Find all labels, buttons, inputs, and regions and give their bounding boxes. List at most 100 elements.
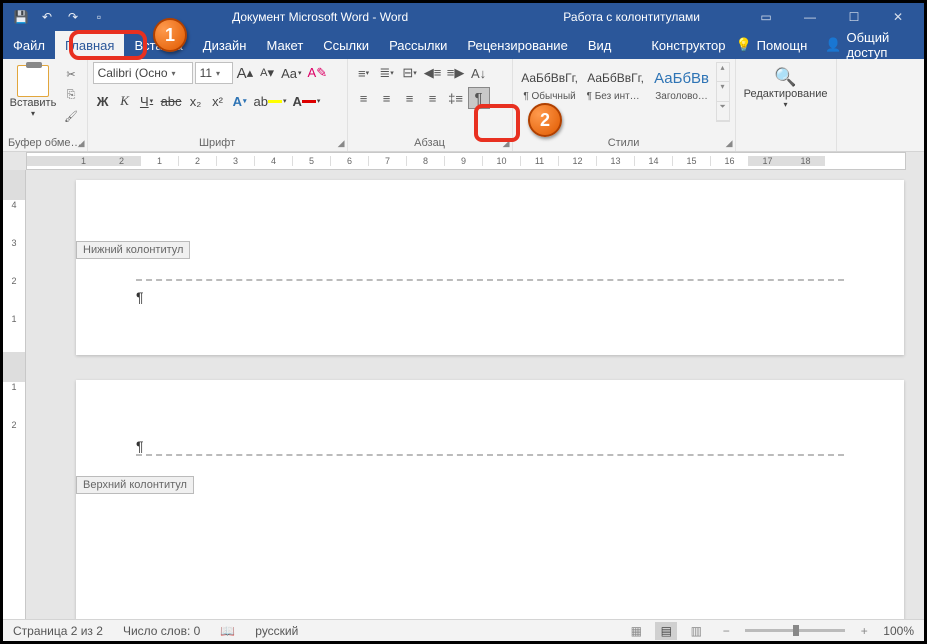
- status-words[interactable]: Число слов: 0: [123, 624, 200, 638]
- group-label-font: Шрифт: [93, 135, 342, 151]
- ribbon: Вставить ▾ ✂ ⎘ 🖌 Буфер обме… ◢ Calibri (…: [3, 59, 924, 152]
- quick-access-toolbar: 💾 ↶ ↷ ▫: [3, 9, 117, 25]
- tab-layout[interactable]: Макет: [256, 31, 313, 59]
- tab-mailings[interactable]: Рассылки: [379, 31, 457, 59]
- tab-home[interactable]: Главная: [55, 31, 124, 59]
- minimize-icon[interactable]: —: [794, 10, 826, 24]
- increase-indent-button[interactable]: ≡▶: [445, 62, 467, 84]
- clipboard-icon: [17, 65, 49, 97]
- numbering-button[interactable]: ≣▾: [376, 62, 398, 84]
- context-tab-title: Работа с колонтитулами: [523, 10, 740, 24]
- font-color-button[interactable]: A▾: [291, 90, 323, 112]
- pilcrow-mark: ¶: [136, 430, 844, 454]
- undo-icon[interactable]: ↶: [39, 9, 55, 25]
- group-label-paragraph: Абзац: [353, 135, 507, 151]
- status-language[interactable]: русский: [255, 624, 298, 638]
- footer-area[interactable]: Нижний колонтитул ¶: [76, 251, 904, 315]
- group-label-styles: Стили: [518, 135, 730, 151]
- font-name-combo[interactable]: Calibri (Осно▾: [93, 62, 193, 84]
- group-paragraph: ≡▾ ≣▾ ⊟▾ ◀≡ ≡▶ A↓ ≡ ≡ ≡ ≡ ‡≡ ¶ Абзац ◢: [348, 59, 513, 151]
- clear-format-button[interactable]: A✎: [306, 62, 330, 84]
- paste-button[interactable]: Вставить ▾: [8, 62, 58, 118]
- justify-button[interactable]: ≡: [422, 87, 444, 109]
- style-no-spacing[interactable]: АаБбВвГг, ¶ Без инте…: [584, 62, 648, 122]
- share-icon: 👤: [825, 37, 841, 53]
- header-area[interactable]: ¶ Верхний колонтитул: [76, 420, 904, 484]
- web-layout-icon[interactable]: ▥: [685, 622, 707, 640]
- align-left-button[interactable]: ≡: [353, 87, 375, 109]
- horizontal-ruler[interactable]: 12 1234 5678 9101112 13141516 1718: [26, 152, 906, 170]
- bold-button[interactable]: Ж: [93, 90, 113, 112]
- redo-icon[interactable]: ↷: [65, 9, 81, 25]
- change-case-button[interactable]: Aa▾: [279, 62, 303, 84]
- format-painter-icon[interactable]: 🖌: [61, 107, 81, 125]
- grow-font-button[interactable]: A▴: [235, 62, 256, 84]
- text-effects-button[interactable]: A▾: [230, 90, 250, 112]
- line-spacing-button[interactable]: ‡≡: [445, 87, 467, 109]
- footer-label: Нижний колонтитул: [76, 241, 190, 259]
- strike-button[interactable]: abc: [159, 90, 184, 112]
- font-launcher-icon[interactable]: ◢: [338, 138, 345, 149]
- underline-button[interactable]: Ч▾: [137, 90, 157, 112]
- document-area[interactable]: Нижний колонтитул ¶ ¶ Верхний колонтитул: [26, 170, 924, 619]
- status-bar: Страница 2 из 2 Число слов: 0 📖 русский …: [3, 619, 924, 641]
- lightbulb-icon: 💡: [735, 37, 751, 53]
- annotation-callout-2: 2: [528, 103, 562, 137]
- find-icon: 🔍: [774, 67, 796, 88]
- bullets-button[interactable]: ≡▾: [353, 62, 375, 84]
- save-icon[interactable]: 💾: [13, 9, 29, 25]
- status-page[interactable]: Страница 2 из 2: [13, 624, 103, 638]
- tab-constructor[interactable]: Конструктор: [641, 31, 735, 59]
- share-button[interactable]: 👤Общий доступ: [825, 30, 909, 60]
- style-heading1[interactable]: АаБбВв Заголово…: [650, 62, 714, 122]
- group-font: Calibri (Осно▾ 11▾ A▴ A▾ Aa▾ A✎ Ж К Ч▾ a…: [88, 59, 348, 151]
- title-bar: 💾 ↶ ↷ ▫ Документ Microsoft Word - Word Р…: [3, 3, 924, 31]
- clipboard-launcher-icon[interactable]: ◢: [78, 138, 85, 149]
- print-layout-icon[interactable]: ▤: [655, 622, 677, 640]
- tab-file[interactable]: Файл: [3, 31, 55, 59]
- tab-design[interactable]: Дизайн: [193, 31, 257, 59]
- zoom-out-button[interactable]: −: [715, 622, 737, 640]
- status-proofing-icon[interactable]: 📖: [220, 624, 235, 638]
- editing-button[interactable]: 🔍 Редактирование ▾: [741, 62, 831, 109]
- font-size-combo[interactable]: 11▾: [195, 62, 233, 84]
- decrease-indent-button[interactable]: ◀≡: [422, 62, 444, 84]
- annotation-callout-1: 1: [153, 18, 187, 52]
- group-editing: 🔍 Редактирование ▾: [736, 59, 837, 151]
- shrink-font-button[interactable]: A▾: [257, 62, 277, 84]
- read-mode-icon[interactable]: ▦: [625, 622, 647, 640]
- vertical-ruler[interactable]: 4321 12: [3, 170, 26, 619]
- zoom-slider[interactable]: [745, 629, 845, 632]
- page-2: ¶ Верхний колонтитул: [76, 380, 904, 619]
- styles-scroll[interactable]: ▴▾⏷: [716, 62, 730, 122]
- align-right-button[interactable]: ≡: [399, 87, 421, 109]
- cut-icon[interactable]: ✂: [61, 65, 81, 83]
- group-label-clipboard: Буфер обме…: [8, 135, 82, 151]
- tab-review[interactable]: Рецензирование: [457, 31, 577, 59]
- zoom-level[interactable]: 100%: [883, 624, 914, 638]
- italic-button[interactable]: К: [115, 90, 135, 112]
- superscript-button[interactable]: x²: [208, 90, 228, 112]
- multilevel-button[interactable]: ⊟▾: [399, 62, 421, 84]
- align-center-button[interactable]: ≡: [376, 87, 398, 109]
- tab-view[interactable]: Вид: [578, 31, 622, 59]
- close-icon[interactable]: ✕: [882, 10, 914, 24]
- workspace: 4321 12 Нижний колонтитул ¶ ¶ Верхний ко…: [3, 170, 924, 619]
- page-1: Нижний колонтитул ¶: [76, 180, 904, 355]
- ribbon-tabs: Файл Главная Вставка Дизайн Макет Ссылки…: [3, 31, 924, 59]
- zoom-in-button[interactable]: +: [853, 622, 875, 640]
- show-pilcrow-button[interactable]: ¶: [468, 87, 490, 109]
- subscript-button[interactable]: x₂: [186, 90, 206, 112]
- tell-me-button[interactable]: 💡Помощн: [735, 37, 807, 53]
- paragraph-launcher-icon[interactable]: ◢: [503, 138, 510, 149]
- styles-launcher-icon[interactable]: ◢: [726, 138, 733, 149]
- ruler-area: 12 1234 5678 9101112 13141516 1718: [3, 152, 924, 170]
- sort-button[interactable]: A↓: [468, 62, 490, 84]
- tab-references[interactable]: Ссылки: [313, 31, 379, 59]
- window-controls: ▭ — ☐ ✕: [740, 10, 924, 24]
- qat-more-icon[interactable]: ▫: [91, 9, 107, 25]
- copy-icon[interactable]: ⎘: [61, 86, 81, 104]
- ribbon-options-icon[interactable]: ▭: [750, 10, 782, 24]
- maximize-icon[interactable]: ☐: [838, 10, 870, 24]
- highlight-button[interactable]: ab▾: [252, 90, 289, 112]
